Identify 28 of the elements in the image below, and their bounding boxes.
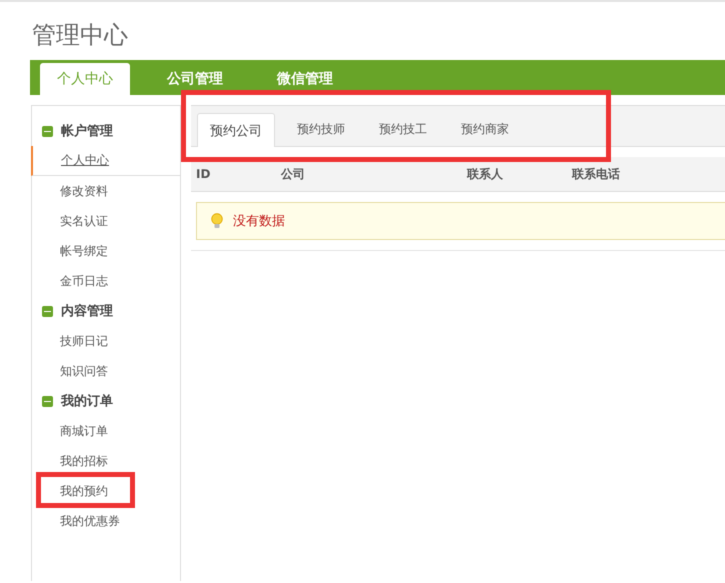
- lightbulb-icon: [211, 213, 223, 229]
- column-header: 联系电话: [572, 166, 620, 182]
- sidebar-item[interactable]: 技师日记: [32, 326, 180, 356]
- collapse-icon[interactable]: [42, 306, 53, 316]
- sidebar-group-title: 我的订单: [61, 393, 113, 410]
- page-title: 管理中心: [32, 20, 128, 51]
- empty-message: 没有数据: [233, 213, 285, 230]
- sidebar-item[interactable]: 我的预约: [32, 476, 180, 506]
- tab[interactable]: 预约技师: [285, 113, 357, 146]
- sidebar-item[interactable]: 商城订单: [32, 416, 180, 446]
- collapse-icon[interactable]: [42, 126, 53, 136]
- tab[interactable]: 预约公司: [197, 113, 275, 147]
- sidebar-item[interactable]: 我的优惠券: [32, 506, 180, 536]
- sidebar-item[interactable]: 帐号绑定: [32, 236, 180, 266]
- column-header: 联系人: [467, 166, 503, 182]
- sidebar-group-title: 帐户管理: [61, 122, 113, 140]
- collapse-icon[interactable]: [42, 396, 53, 406]
- sidebar-item[interactable]: 实名认证: [32, 206, 180, 236]
- sidebar-item[interactable]: 金币日志: [32, 266, 180, 296]
- sidebar-group-title: 内容管理: [61, 302, 113, 320]
- column-header: 公司: [281, 166, 305, 182]
- sidebar-item[interactable]: 个人中心: [31, 146, 180, 176]
- sidebar-item[interactable]: 我的招标: [32, 446, 180, 476]
- sidebar-item[interactable]: 修改资料: [32, 176, 180, 206]
- tab[interactable]: 预约技工: [367, 113, 439, 146]
- sidebar-item[interactable]: 知识问答: [32, 356, 180, 386]
- tab[interactable]: 预约商家: [449, 113, 521, 146]
- column-header: ID: [196, 167, 210, 181]
